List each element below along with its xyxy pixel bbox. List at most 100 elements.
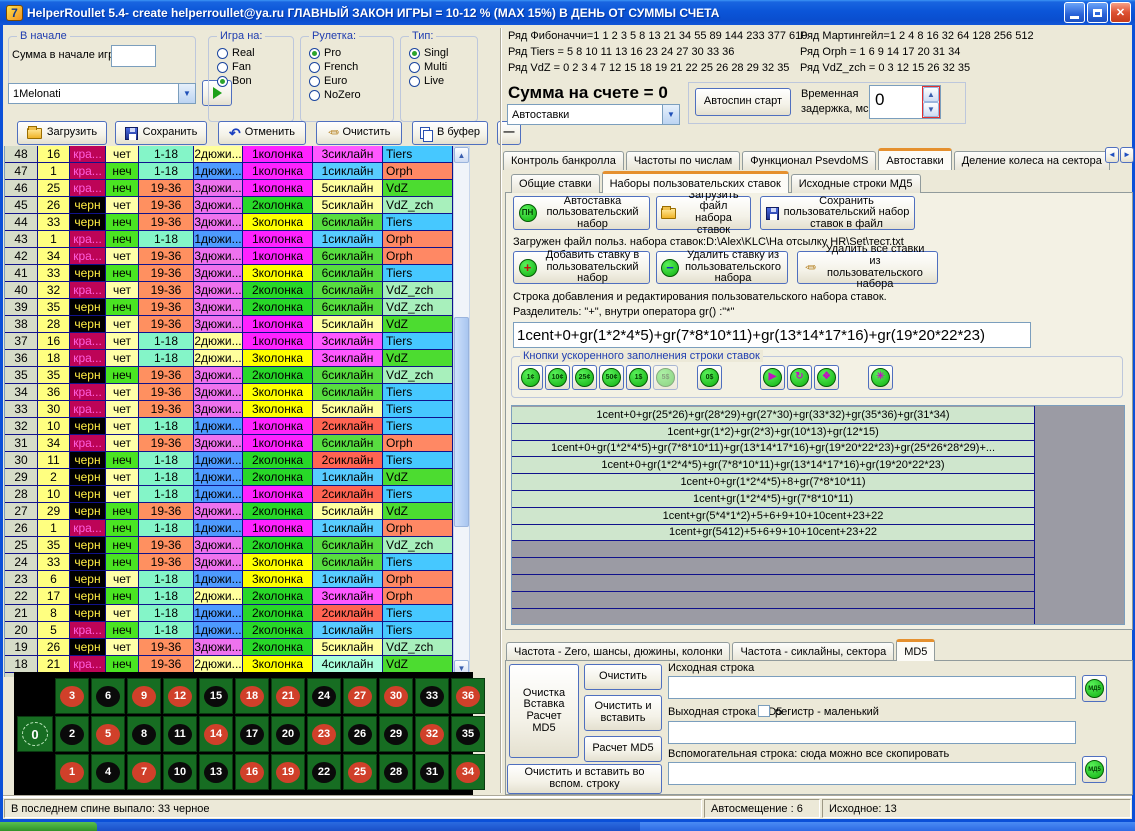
tab-автоставки[interactable]: Автоставки <box>878 148 951 170</box>
subtab-исходные-строки-мд5[interactable]: Исходные строки МД5 <box>791 174 921 193</box>
bet-string-input[interactable] <box>513 322 1031 348</box>
clear-button[interactable]: ✏ Очистить <box>316 121 402 145</box>
bottomtab-частота-сиклайны-сектора[interactable]: Частота - сиклайны, сектора <box>732 642 894 661</box>
tab-scroll-right-icon[interactable]: ► <box>1120 147 1134 163</box>
radio-french[interactable]: French <box>309 61 361 73</box>
roulette-cell-2[interactable]: 2 <box>55 716 89 752</box>
md5-clear-paste-button[interactable]: Очистить и вставить <box>584 695 662 731</box>
roulette-cell-1[interactable]: 1 <box>55 754 89 790</box>
roulette-cell-20[interactable]: 20 <box>271 716 305 752</box>
chevron-down-icon[interactable]: ▼ <box>178 84 195 103</box>
scroll-up-icon[interactable]: ▲ <box>454 147 469 163</box>
remove-all-bets-button[interactable]: ✏ Удалить все ставки из пользовательског… <box>797 251 938 284</box>
tab-scroll-left-icon[interactable]: ◄ <box>1105 147 1119 163</box>
bottomtab-частота-zero-шансы-дюжины-колонки[interactable]: Частота - Zero, шансы, дюжины, колонки <box>506 642 730 661</box>
quickfill-button-x[interactable]: ✳ <box>868 365 893 390</box>
bet-list-empty-row[interactable] <box>512 541 1034 558</box>
mode-combobox[interactable]: Автоставки ▼ <box>507 104 680 125</box>
load-button[interactable]: Загрузить <box>17 121 107 145</box>
bet-list-item[interactable]: 1cent+0+gr(1*2*4*5)+8+gr(7*8*10*11) <box>512 474 1034 491</box>
md5-source-input[interactable] <box>668 676 1076 699</box>
roulette-cell-13[interactable]: 13 <box>199 754 233 790</box>
roulette-cell-18[interactable]: 18 <box>235 678 269 714</box>
quickfill-button-25x[interactable]: 25¢ <box>572 365 597 390</box>
bet-list-empty-row[interactable] <box>512 609 1034 625</box>
bet-list-item[interactable]: 1cent+0+gr(1*2*4*5)+gr(7*8*10*11)+gr(13*… <box>512 457 1034 474</box>
start-sum-input[interactable] <box>111 45 156 67</box>
autobet-user-set-button[interactable]: ПН Автоставка пользовательский набор <box>513 196 650 230</box>
roulette-cell-25[interactable]: 25 <box>343 754 377 790</box>
roulette-cell-9[interactable]: 9 <box>127 678 161 714</box>
quickfill-button-50x[interactable]: 50¢ <box>599 365 624 390</box>
md5-stack-button[interactable]: Очистка Вставка Расчет MD5 <box>509 664 579 758</box>
md5-clear-button[interactable]: Очистить <box>584 664 662 690</box>
roulette-cell-7[interactable]: 7 <box>127 754 161 790</box>
scrollbar-thumb[interactable] <box>454 317 469 527</box>
radio-nozero[interactable]: NoZero <box>309 89 361 101</box>
bet-list-item[interactable]: 1cent+0+gr(1*2*4*5)+gr(7*8*10*11)+gr(13*… <box>512 441 1034 458</box>
roulette-cell-30[interactable]: 30 <box>379 678 413 714</box>
md5-calc-button[interactable]: Расчет MD5 <box>584 736 662 762</box>
md5-output-input[interactable] <box>668 721 1076 744</box>
tab-деление-колеса-на-сектора[interactable]: Деление колеса на сектора <box>954 151 1110 170</box>
history-scrollbar[interactable]: ▲ ▼ <box>453 146 470 677</box>
radio-euro[interactable]: Euro <box>309 75 361 87</box>
save-set-file-button[interactable]: Сохранить пользовательский набор ставок … <box>760 196 915 230</box>
roulette-cell-10[interactable]: 10 <box>163 754 197 790</box>
roulette-cell-6[interactable]: 6 <box>91 678 125 714</box>
spin-down-icon[interactable]: ▼ <box>923 102 939 117</box>
roulette-cell-34[interactable]: 34 <box>451 754 485 790</box>
roulette-cell-15[interactable]: 15 <box>199 678 233 714</box>
quickfill-button-x[interactable]: ❖ <box>814 365 839 390</box>
md5-aux-calc-button[interactable]: МД5 <box>1082 756 1107 783</box>
roulette-cell-8[interactable]: 8 <box>127 716 161 752</box>
roulette-cell-23[interactable]: 23 <box>307 716 341 752</box>
roulette-cell-27[interactable]: 27 <box>343 678 377 714</box>
load-set-file-button[interactable]: Загрузить файл набора ставок <box>656 196 751 230</box>
radio-fan[interactable]: Fan <box>217 61 255 73</box>
roulette-cell-28[interactable]: 28 <box>379 754 413 790</box>
roulette-cell-26[interactable]: 26 <box>343 716 377 752</box>
close-button[interactable]: ✕ <box>1110 2 1131 23</box>
bet-list-empty-row[interactable] <box>512 558 1034 575</box>
minimize-button[interactable] <box>1064 2 1085 23</box>
maximize-button[interactable] <box>1087 2 1108 23</box>
taskbar-window-button[interactable] <box>640 822 1135 831</box>
roulette-cell-16[interactable]: 16 <box>235 754 269 790</box>
save-button[interactable]: Сохранить <box>115 121 207 145</box>
roulette-cell-4[interactable]: 4 <box>91 754 125 790</box>
roulette-cell-29[interactable]: 29 <box>379 716 413 752</box>
roulette-cell-zero[interactable]: 0 <box>17 716 53 752</box>
quickfill-button-1x[interactable]: 1¢ <box>518 365 543 390</box>
subtab-наборы-пользовательских-ставок[interactable]: Наборы пользовательских ставок <box>602 171 789 193</box>
quickfill-button-x[interactable]: ▶ <box>760 365 785 390</box>
md5-clear-paste-aux-button[interactable]: Очистить и вставить во вспом. строку <box>507 764 662 794</box>
delay-spinner-buttons[interactable]: ▲ ▼ <box>922 86 940 118</box>
roulette-cell-12[interactable]: 12 <box>163 678 197 714</box>
preset-combobox[interactable]: 1Melonati ▼ <box>8 83 196 104</box>
bet-list-item[interactable]: 1cent+gr(5412)+5+6+9+10+10cent+23+22 <box>512 525 1034 542</box>
roulette-cell-5[interactable]: 5 <box>91 716 125 752</box>
roulette-cell-36[interactable]: 36 <box>451 678 485 714</box>
radio-pro[interactable]: Pro <box>309 47 361 59</box>
bet-list-item[interactable]: 1cent+gr(1*2*4*5)+gr(7*8*10*11) <box>512 491 1034 508</box>
bet-list-item[interactable]: 1cent+gr(5*4*1*2)+5+6+9+10+10cent+23+22 <box>512 508 1034 525</box>
copy-to-clipboard-button[interactable]: В буфер <box>412 121 488 145</box>
roulette-cell-11[interactable]: 11 <box>163 716 197 752</box>
radio-bon[interactable]: Bon <box>217 75 255 87</box>
roulette-cell-22[interactable]: 22 <box>307 754 341 790</box>
quickfill-button-x[interactable]: ↻ <box>787 365 812 390</box>
quickfill-button-1x[interactable]: 1$ <box>626 365 651 390</box>
undo-button[interactable]: ↶ Отменить <box>218 121 306 145</box>
bottomtab-md5[interactable]: MD5 <box>896 639 935 661</box>
spin-up-icon[interactable]: ▲ <box>923 87 939 102</box>
subtab-общие-ставки[interactable]: Общие ставки <box>511 174 600 193</box>
bet-list-item[interactable]: 1cent+0+gr(25*26)+gr(28*29)+gr(27*30)+gr… <box>512 407 1034 424</box>
start-button[interactable] <box>0 822 97 831</box>
roulette-cell-17[interactable]: 17 <box>235 716 269 752</box>
roulette-cell-31[interactable]: 31 <box>415 754 449 790</box>
register-checkbox[interactable] <box>758 705 770 717</box>
bet-list-empty-row[interactable] <box>512 592 1034 609</box>
md5-source-calc-button[interactable]: МД5 <box>1082 675 1107 702</box>
quickfill-button-0x[interactable]: 0$ <box>697 365 722 390</box>
